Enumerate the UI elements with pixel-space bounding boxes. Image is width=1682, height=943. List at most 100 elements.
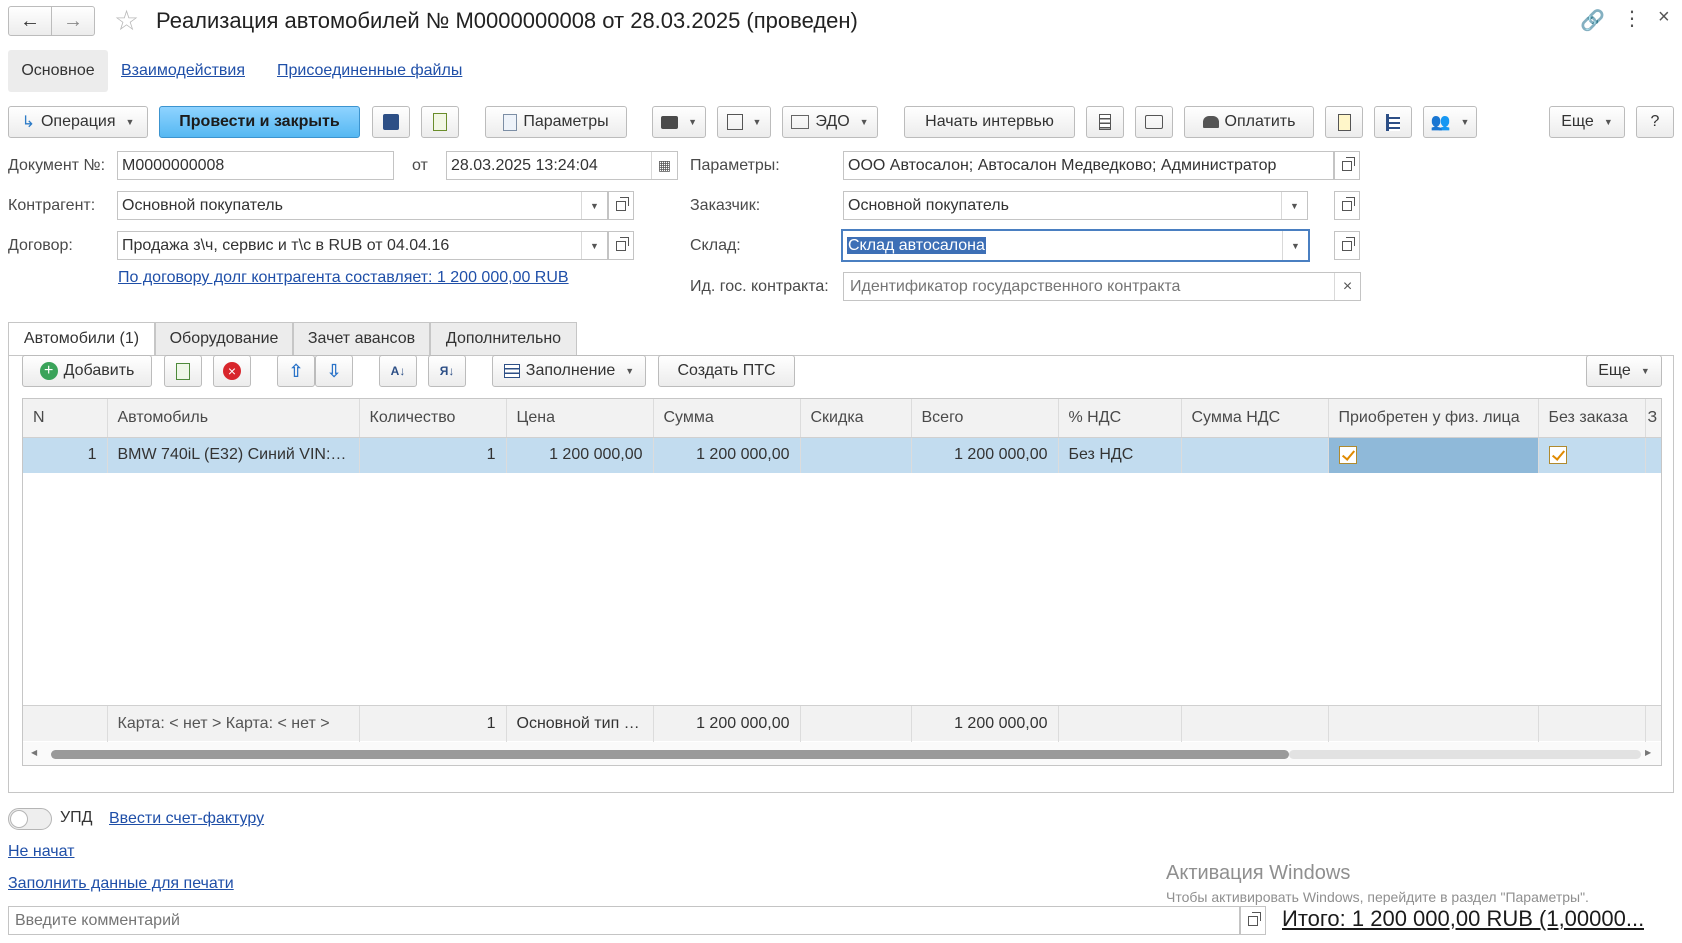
cell-vat-sum[interactable] bbox=[1181, 437, 1329, 473]
structure-button[interactable] bbox=[1374, 106, 1412, 138]
forward-button[interactable]: → bbox=[51, 6, 95, 36]
print-button[interactable]: ▼ bbox=[652, 106, 706, 138]
table-more-button[interactable]: Еще ▼ bbox=[1586, 355, 1662, 387]
contractor-field[interactable]: Основной покупатель ▼ bbox=[117, 191, 608, 220]
column-total[interactable]: Всего bbox=[911, 399, 1059, 438]
cash-register-button[interactable] bbox=[1135, 106, 1173, 138]
comment-field[interactable] bbox=[8, 906, 1240, 935]
no-order-checkbox[interactable] bbox=[1548, 446, 1567, 465]
comment-open-button[interactable] bbox=[1240, 906, 1266, 935]
contract-debt-link[interactable]: По договору долг контрагента составляет:… bbox=[118, 269, 569, 287]
back-button[interactable]: ← bbox=[8, 6, 52, 36]
tab-equipment[interactable]: Оборудование bbox=[155, 322, 293, 356]
section-tab-main[interactable]: Основное bbox=[8, 50, 108, 92]
column-vat-sum[interactable]: Сумма НДС bbox=[1181, 399, 1329, 438]
create-based-on-button[interactable]: ▼ bbox=[717, 106, 771, 138]
scroll-left-icon[interactable]: ◀ bbox=[31, 748, 37, 757]
chevron-down-icon[interactable]: ▼ bbox=[1281, 192, 1307, 219]
cell-discount[interactable] bbox=[800, 437, 912, 473]
horizontal-scrollbar[interactable]: ◀ ▶ bbox=[23, 742, 1661, 765]
cell-next[interactable] bbox=[1645, 437, 1661, 473]
warehouse-open-button[interactable] bbox=[1334, 231, 1360, 260]
doc-no-field[interactable]: М0000000008 bbox=[117, 151, 394, 180]
column-sum[interactable]: Сумма bbox=[653, 399, 801, 438]
cell-sum[interactable]: 1 200 000,00 bbox=[653, 437, 801, 473]
column-from-person[interactable]: Приобретен у физ. лица bbox=[1328, 399, 1539, 438]
report-button[interactable] bbox=[1325, 106, 1363, 138]
scrollbar-thumb[interactable] bbox=[51, 750, 1289, 759]
favorite-star-icon[interactable]: ☆ bbox=[114, 4, 139, 37]
params-open-button[interactable] bbox=[1334, 151, 1360, 180]
more-menu-icon[interactable]: ⋮ bbox=[1622, 6, 1642, 31]
post-button[interactable] bbox=[421, 106, 459, 138]
parameters-button[interactable]: Параметры bbox=[485, 106, 627, 138]
column-car[interactable]: Автомобиль bbox=[107, 399, 360, 438]
cell-vat-rate[interactable]: Без НДС bbox=[1058, 437, 1182, 473]
gov-contract-field[interactable]: × bbox=[843, 272, 1361, 301]
link-icon[interactable]: 🔗 bbox=[1580, 8, 1605, 33]
clear-icon[interactable]: × bbox=[1334, 273, 1360, 300]
more-button[interactable]: Еще ▼ bbox=[1549, 106, 1625, 138]
column-n[interactable]: N bbox=[23, 399, 108, 438]
cell-qty[interactable]: 1 bbox=[359, 437, 507, 473]
cell-no-order[interactable] bbox=[1538, 437, 1646, 473]
edo-button[interactable]: ЭДО ▼ bbox=[782, 106, 878, 138]
move-up-button[interactable]: ⇧ bbox=[277, 355, 315, 387]
tab-cars[interactable]: Автомобили (1) bbox=[8, 322, 155, 356]
column-discount[interactable]: Скидка bbox=[800, 399, 912, 438]
comment-input[interactable] bbox=[13, 910, 1239, 931]
customer-open-button[interactable] bbox=[1334, 191, 1360, 220]
column-no-order[interactable]: Без заказа bbox=[1538, 399, 1646, 438]
pay-button[interactable]: Оплатить bbox=[1184, 106, 1314, 138]
add-row-button[interactable]: + Добавить bbox=[22, 355, 152, 387]
document-total-link[interactable]: Итого: 1 200 000,00 RUB (1,00000... bbox=[1282, 906, 1644, 932]
post-and-close-button[interactable]: Провести и закрыть bbox=[159, 106, 360, 138]
cell-price[interactable]: 1 200 000,00 bbox=[506, 437, 654, 473]
start-interview-button[interactable]: Начать интервью bbox=[904, 106, 1075, 138]
cell-total[interactable]: 1 200 000,00 bbox=[911, 437, 1059, 473]
section-tab-files[interactable]: Присоединенные файлы bbox=[277, 62, 462, 80]
create-pts-button[interactable]: Создать ПТС bbox=[658, 355, 795, 387]
list-button[interactable] bbox=[1086, 106, 1124, 138]
chevron-down-icon[interactable]: ▼ bbox=[1282, 231, 1308, 260]
table-row[interactable]: 1 BMW 740iL (E32) Синий VIN: 1234567890 … bbox=[23, 437, 1661, 473]
customer-field[interactable]: Основной покупатель ▼ bbox=[843, 191, 1308, 220]
fill-button[interactable]: Заполнение ▼ bbox=[492, 355, 646, 387]
help-button[interactable]: ? bbox=[1636, 106, 1674, 138]
chevron-down-icon[interactable]: ▼ bbox=[581, 232, 607, 259]
delete-row-button[interactable]: × bbox=[213, 355, 251, 387]
sort-asc-button[interactable]: А↓ bbox=[379, 355, 417, 387]
cell-car[interactable]: BMW 740iL (E32) Синий VIN: 1234567890 bbox=[107, 437, 360, 473]
copy-row-button[interactable] bbox=[164, 355, 202, 387]
column-vat-rate[interactable]: % НДС bbox=[1058, 399, 1182, 438]
status-link[interactable]: Не начат bbox=[8, 843, 75, 861]
column-qty[interactable]: Количество bbox=[359, 399, 507, 438]
close-icon[interactable]: × bbox=[1658, 6, 1670, 29]
enter-invoice-link[interactable]: Ввести счет-фактуру bbox=[109, 810, 264, 828]
gov-contract-input[interactable] bbox=[848, 276, 1334, 297]
move-down-button[interactable]: ⇩ bbox=[315, 355, 353, 387]
fill-print-data-link[interactable]: Заполнить данные для печати bbox=[8, 875, 234, 893]
scroll-right-icon[interactable]: ▶ bbox=[1645, 748, 1651, 757]
chevron-down-icon[interactable]: ▼ bbox=[581, 192, 607, 219]
tab-advances[interactable]: Зачет авансов bbox=[293, 322, 430, 356]
calendar-icon[interactable]: ▦ bbox=[651, 152, 677, 179]
section-tab-interactions[interactable]: Взаимодействия bbox=[121, 62, 245, 80]
column-price[interactable]: Цена bbox=[506, 399, 654, 438]
upd-toggle[interactable] bbox=[8, 808, 52, 830]
params-field[interactable]: ООО Автосалон; Автосалон Медведково; Адм… bbox=[843, 151, 1334, 180]
cell-n[interactable]: 1 bbox=[23, 437, 108, 473]
users-button[interactable]: 👥 ▼ bbox=[1423, 106, 1477, 138]
sort-desc-button[interactable]: Я↓ bbox=[428, 355, 466, 387]
from-person-checkbox[interactable] bbox=[1338, 446, 1357, 465]
column-next[interactable]: З bbox=[1645, 399, 1661, 438]
contract-open-button[interactable] bbox=[608, 231, 634, 260]
operation-button[interactable]: ↳ Операция ▼ bbox=[8, 106, 148, 138]
contractor-open-button[interactable] bbox=[608, 191, 634, 220]
warehouse-field[interactable]: Склад автосалона ▼ bbox=[841, 229, 1310, 262]
tab-additional[interactable]: Дополнительно bbox=[430, 322, 577, 356]
date-field[interactable]: 28.03.2025 13:24:04 ▦ bbox=[446, 151, 678, 180]
cell-from-person[interactable] bbox=[1328, 437, 1539, 473]
save-button[interactable] bbox=[372, 106, 410, 138]
contract-field[interactable]: Продажа з\ч, сервис и т\с в RUB от 04.04… bbox=[117, 231, 608, 260]
